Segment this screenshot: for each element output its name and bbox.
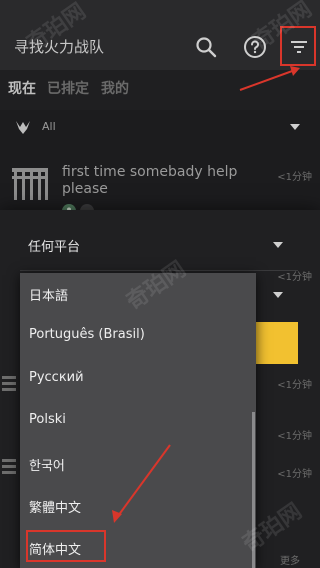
list-item-time: <1分钟 <box>277 172 312 183</box>
side-time: <1分钟 <box>277 431 312 442</box>
apply-button[interactable] <box>256 322 298 364</box>
search-icon[interactable] <box>193 34 219 60</box>
side-time: <1分钟 <box>277 380 312 391</box>
language-chevron-down-icon[interactable] <box>273 292 283 298</box>
list-item-icon <box>2 372 18 402</box>
tab-bar: 现在 已排定 我的 <box>0 70 320 110</box>
list-item-icon <box>2 455 18 485</box>
platform-chevron-down-icon[interactable] <box>273 242 283 248</box>
side-time: <1分钟 <box>277 469 312 480</box>
filter-value: All <box>42 120 56 133</box>
menu-item-korean[interactable]: 한국어 <box>29 455 65 474</box>
platform-select-label[interactable]: 任何平台 <box>28 236 80 255</box>
menu-item-polish[interactable]: Polski <box>29 412 66 427</box>
tab-now[interactable]: 现在 <box>8 78 36 98</box>
side-time: <1分钟 <box>277 272 312 283</box>
menu-item-japanese[interactable]: 日本語 <box>29 285 68 304</box>
list-item[interactable]: first time somebady help please <1分钟 <box>0 162 320 218</box>
menu-item-russian[interactable]: Русский <box>29 370 84 385</box>
language-dropdown-menu: 日本語 Português (Brasil) Русский Polski 한국… <box>20 273 256 568</box>
simplified-chinese-highlight-box <box>26 530 106 562</box>
fireteam-icon <box>10 164 50 204</box>
menu-item-traditional-chinese[interactable]: 繁體中文 <box>29 497 81 516</box>
more-label[interactable]: 更多 <box>280 552 300 567</box>
chevron-down-icon <box>290 124 300 130</box>
activity-filter[interactable]: All <box>0 110 320 146</box>
tab-scheduled[interactable]: 已排定 <box>47 78 89 98</box>
menu-item-portuguese[interactable]: Português (Brasil) <box>29 327 145 342</box>
list-item-title: first time somebady help please <box>62 164 238 197</box>
tab-mine[interactable]: 我的 <box>101 78 129 98</box>
destiny-logo-icon <box>14 118 32 136</box>
